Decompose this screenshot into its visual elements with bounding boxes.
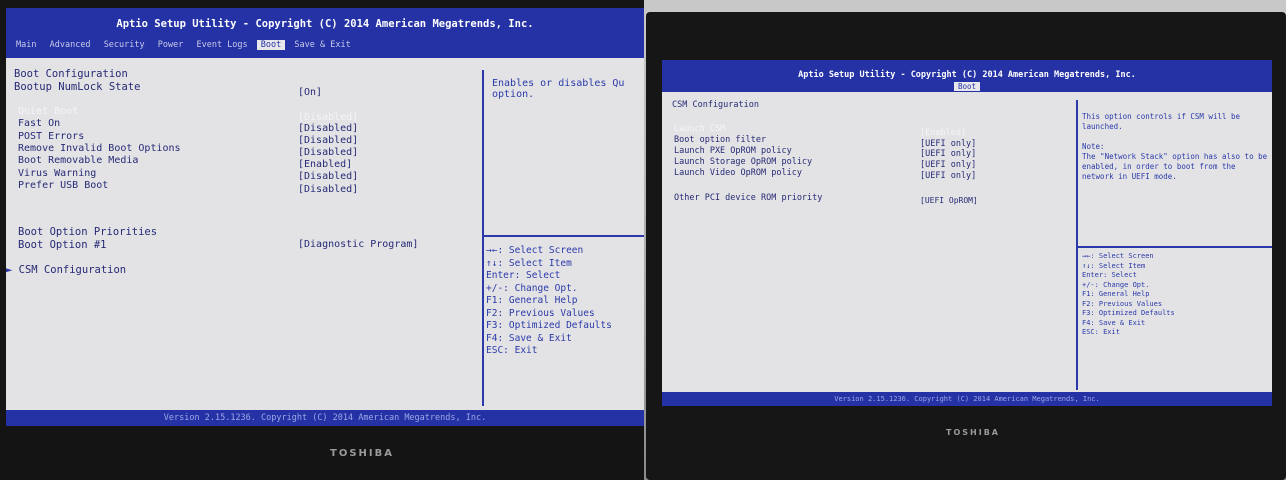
help-divider (482, 235, 644, 237)
key-select-item: ↑↓: Select Item (1082, 261, 1146, 270)
boot-option-1-label[interactable]: Boot Option #1 (18, 239, 107, 251)
key-select-item: ↑↓: Select Item (486, 257, 572, 269)
row-removable-media-label[interactable]: Boot Removable Media (18, 155, 138, 166)
toshiba-logo: TOSHIBA (946, 428, 1000, 437)
key-enter: Enter: Select (486, 270, 561, 281)
key-f1: F1: General Help (1082, 290, 1150, 298)
key-esc: ESC: Exit (486, 345, 538, 356)
row-prefer-usb-label[interactable]: Prefer USB Boot (18, 180, 108, 191)
row-post-errors-value[interactable]: [Disabled] (298, 135, 358, 146)
menu-save-exit[interactable]: Save & Exit (290, 40, 354, 50)
pane-divider (482, 70, 484, 406)
right-bios-screen: Aptio Setup Utility - Copyright (C) 2014… (662, 60, 1272, 406)
row-other-pci-value[interactable]: [UEFI OpROM] (920, 196, 978, 205)
section-title: Boot Configuration (14, 68, 128, 80)
help-text: This option controls if CSM will be laun… (1082, 112, 1268, 181)
bios-title: Aptio Setup Utility - Copyright (C) 2014… (116, 18, 534, 30)
bios-footer: Version 2.15.1236. Copyright (C) 2014 Am… (834, 395, 1100, 403)
key-f2: F2: Previous Values (486, 307, 595, 319)
menu-boot[interactable]: Boot (256, 40, 286, 50)
row-video-policy-label[interactable]: Launch Video OpROM policy (674, 168, 802, 178)
key-legend: →←: Select Screen ↑↓: Select Item Enter:… (486, 245, 612, 358)
row-launch-csm-value[interactable]: [Enabled] (920, 128, 966, 138)
key-select-screen: →←: Select Screen (486, 245, 584, 256)
row-video-policy-value[interactable]: [UEFI only] (920, 171, 976, 181)
key-change-opt: +/-: Change Opt. (486, 282, 578, 294)
key-enter: Enter: Select (1082, 271, 1137, 279)
key-select-screen: →←: Select Screen (1082, 252, 1154, 260)
pane-divider (1076, 100, 1078, 390)
menu-event-logs[interactable]: Event Logs (192, 40, 251, 50)
key-change-opt: +/-: Change Opt. (1082, 280, 1150, 289)
menu-power[interactable]: Power (154, 40, 188, 50)
row-prefer-usb-value[interactable]: [Disabled] (298, 184, 358, 195)
help-divider (1076, 246, 1272, 248)
row-quiet-boot-value[interactable]: [Disabled] (298, 112, 358, 123)
menu-boot[interactable]: Boot (953, 82, 981, 91)
row-boot-filter-value[interactable]: [UEFI only] (920, 139, 976, 149)
row-boot-filter-label[interactable]: Boot option filter (674, 135, 766, 145)
row-remove-invalid-value[interactable]: [Disabled] (298, 147, 358, 158)
menu-bar: Main Advanced Security Power Event Logs … (6, 40, 644, 50)
boot-option-1-value[interactable]: [Diagnostic Program] (298, 239, 418, 250)
submenu-arrow-icon: ► (6, 264, 19, 276)
row-storage-policy-value[interactable]: [UEFI only] (920, 160, 976, 170)
row-removable-media-value[interactable]: [Enabled] (298, 159, 352, 170)
menu-bar: Boot (662, 82, 1272, 91)
row-post-errors-label[interactable]: POST Errors (18, 131, 84, 142)
menu-main[interactable]: Main (12, 40, 40, 50)
right-photo: Aptio Setup Utility - Copyright (C) 2014… (644, 0, 1286, 480)
row-pxe-policy-value[interactable]: [UEFI only] (920, 149, 976, 159)
row-fast-on-label[interactable]: Fast On (18, 118, 60, 129)
row-quiet-boot-label[interactable]: Quiet Boot (18, 106, 78, 117)
key-f3: F3: Optimized Defaults (1082, 309, 1175, 317)
key-f4: F4: Save & Exit (1082, 318, 1146, 327)
key-f3: F3: Optimized Defaults (486, 320, 612, 331)
monitor-bezel (0, 426, 644, 480)
row-remove-invalid-label[interactable]: Remove Invalid Boot Options (18, 143, 181, 154)
key-f2: F2: Previous Values (1082, 299, 1163, 308)
key-f1: F1: General Help (486, 295, 578, 306)
row-launch-csm-label[interactable]: Launch CSM (674, 124, 725, 134)
toshiba-logo: TOSHIBA (330, 448, 394, 459)
priorities-title: Boot Option Priorities (18, 226, 158, 238)
bios-footer: Version 2.15.1236. Copyright (C) 2014 Am… (163, 413, 487, 423)
csm-submenu-item[interactable]: ► CSM Configuration (6, 264, 126, 276)
row-virus-warning-label[interactable]: Virus Warning (18, 168, 96, 179)
menu-security[interactable]: Security (100, 40, 149, 50)
row-virus-warning-value[interactable]: [Disabled] (298, 171, 358, 182)
row-fast-on-value[interactable]: [Disabled] (298, 123, 358, 134)
row-numlock-value[interactable]: [On] (298, 87, 322, 98)
menu-advanced[interactable]: Advanced (46, 40, 95, 50)
section-title: CSM Configuration (672, 100, 759, 110)
bios-title: Aptio Setup Utility - Copyright (C) 2014… (798, 70, 1136, 80)
row-numlock-label[interactable]: Bootup NumLock State (14, 81, 140, 93)
csm-submenu-label: CSM Configuration (18, 264, 127, 276)
key-legend: →←: Select Screen ↑↓: Select Item Enter:… (1082, 252, 1175, 338)
left-bios-screen: Aptio Setup Utility - Copyright (C) 2014… (6, 8, 644, 426)
left-photo: Aptio Setup Utility - Copyright (C) 2014… (0, 0, 644, 480)
key-f4: F4: Save & Exit (486, 332, 572, 344)
row-other-pci-label[interactable]: Other PCI device ROM priority (674, 193, 822, 203)
key-esc: ESC: Exit (1082, 328, 1120, 336)
help-text: Enables or disables Qu option. (492, 78, 631, 100)
row-pxe-policy-label[interactable]: Launch PXE OpROM policy (674, 146, 792, 156)
row-storage-policy-label[interactable]: Launch Storage OpROM policy (674, 157, 812, 167)
